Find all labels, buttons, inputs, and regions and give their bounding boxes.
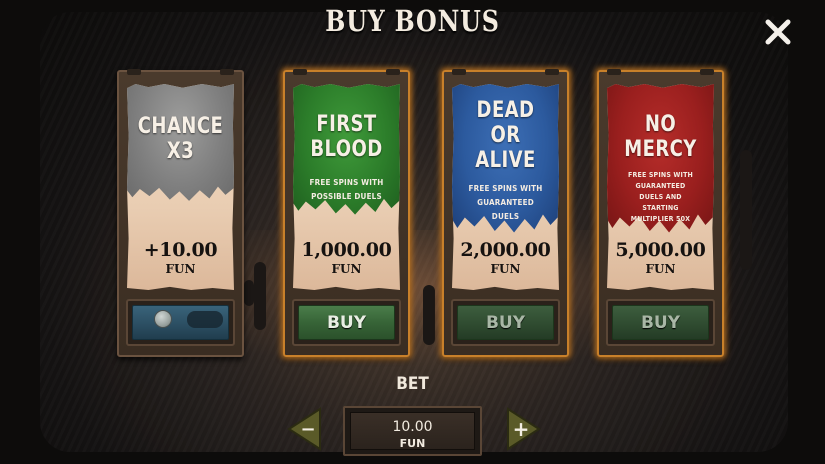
card-description-line: DUELS [491,212,520,221]
bonus-card-first-blood: FIRST BLOOD FREE SPINS WITH POSSIBLE DUE… [283,69,410,357]
card-paper: CHANCE X3 +10.00 FUN [127,84,234,290]
close-button[interactable] [764,18,792,46]
card-title-line: NO [644,112,677,137]
cactus-silhouette [254,262,266,330]
chance-x3-toggle[interactable] [126,299,235,346]
card-price: 1,000.00 [301,239,392,261]
toggle-track [187,311,223,328]
card-title-line: FIRST [316,112,377,137]
bet-decrease-button[interactable]: − [287,407,321,451]
buy-button-label: BUY [457,305,554,340]
card-title-line: MERCY [624,137,697,162]
card-paper: DEAD OR ALIVE FREE SPINS WITH GUARANTEED… [452,84,559,290]
card-currency: FUN [165,262,196,276]
arrow-left-icon: − [287,407,321,451]
card-description-line: POSSIBLE DUELS [311,192,382,201]
buy-button-first-blood[interactable]: BUY [292,299,401,346]
buy-button-dead-or-alive[interactable]: BUY [451,299,560,346]
card-description-line: MULTIPLIER 50X [630,215,691,223]
bet-label: BET [396,374,429,394]
bonus-card-chance-x3: CHANCE X3 +10.00 FUN [117,69,244,357]
card-paper: NO MERCY FREE SPINS WITH GUARANTEED DUEL… [607,84,714,290]
cactus-silhouette [423,285,435,345]
bonus-card-no-mercy: NO MERCY FREE SPINS WITH GUARANTEED DUEL… [597,69,724,357]
cactus-silhouette [740,150,752,270]
card-price: +10.00 [143,239,218,261]
card-currency: FUN [331,262,362,276]
card-description-line: FREE SPINS WITH [627,171,694,179]
card-description-line: FREE SPINS WITH [468,184,543,193]
bet-value-box: 10.00 FUN [343,406,482,456]
card-currency: FUN [645,262,676,276]
card-description-line: STARTING [642,204,679,212]
page-title: BUY BONUS [325,4,500,38]
buy-button-label: BUY [298,305,395,340]
buy-button-label: BUY [612,305,709,340]
card-title-line: CHANCE [137,114,224,139]
card-title-line: ALIVE [475,148,536,173]
card-title-line: BLOOD [310,137,383,162]
card-price: 5,000.00 [615,239,706,261]
card-currency: FUN [490,262,521,276]
card-paper: FIRST BLOOD FREE SPINS WITH POSSIBLE DUE… [293,84,400,290]
buy-button-no-mercy[interactable]: BUY [606,299,715,346]
bet-increase-button[interactable]: + [507,407,541,451]
bet-increase-symbol: + [513,417,530,441]
coin-toggle-icon [154,310,172,328]
arrow-right-icon: + [507,407,541,451]
card-description-line: GUARANTEED [477,198,534,207]
card-price: 2,000.00 [460,239,551,261]
bonus-card-dead-or-alive: DEAD OR ALIVE FREE SPINS WITH GUARANTEED… [442,69,569,357]
card-title-line: X3 [166,139,195,164]
close-x-icon [765,19,791,45]
card-description-line: GUARANTEED [635,182,686,190]
card-title-line: OR [490,123,521,148]
bet-decrease-symbol: − [300,419,315,440]
bet-value: 10.00 [392,419,433,435]
card-description-line: DUELS AND [639,193,682,201]
bet-currency: FUN [399,437,426,450]
cactus-silhouette [244,280,254,306]
card-title-line: DEAD [476,98,535,123]
card-description-line: FREE SPINS WITH [309,178,384,187]
